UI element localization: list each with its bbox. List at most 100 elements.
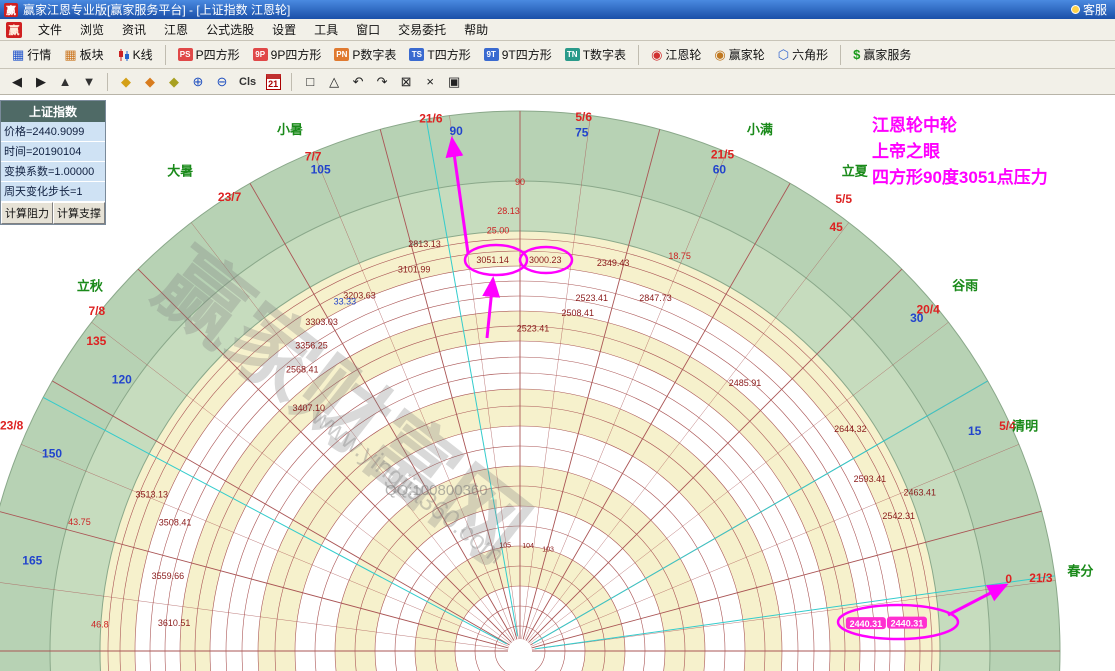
winner-wheel-button[interactable]: ◉赢家轮 xyxy=(708,43,770,66)
brand-logo-icon: 赢 xyxy=(6,22,22,38)
rotate-left-tool[interactable]: ↶ xyxy=(347,72,369,92)
erase-tool[interactable]: × xyxy=(419,72,441,92)
calc-support-button[interactable]: 计算支撑 xyxy=(53,202,105,224)
triangle-tool[interactable]: △ xyxy=(323,72,345,92)
solar-term-label: 谷雨 xyxy=(952,278,978,293)
clear-button[interactable]: Cls xyxy=(235,72,260,92)
p-number-table-button-icon: PN xyxy=(334,48,349,61)
price-label: 3051.14 xyxy=(476,255,509,265)
pointer-down-tool[interactable]: ▼ xyxy=(78,72,100,92)
menu-item-文件[interactable]: 文件 xyxy=(29,21,71,39)
t-number-table-button[interactable]: TNT数字表 xyxy=(559,43,632,66)
kline-button[interactable]: K线 xyxy=(111,43,159,66)
calc-resistance-button[interactable]: 计算阻力 xyxy=(1,202,53,224)
menu-item-资讯[interactable]: 资讯 xyxy=(113,21,155,39)
price-label: 2593.41 xyxy=(854,474,887,484)
annotation-line-3: 四方形90度3051点压力 xyxy=(872,165,1048,191)
solar-term-label: 小满 xyxy=(747,122,773,137)
price-label: 3101.99 xyxy=(398,264,431,274)
menu-bar: 赢 文件浏览资讯江恩公式选股设置工具窗口交易委托帮助 xyxy=(0,19,1115,41)
calendar-21-button[interactable]: 21 xyxy=(262,72,284,92)
menu-item-帮助[interactable]: 帮助 xyxy=(455,21,497,39)
price-label: 3513.13 xyxy=(136,490,169,500)
back-button[interactable]: ◀ xyxy=(6,72,28,92)
9p-square-button-icon: 9P xyxy=(253,48,268,61)
hexagon-button-icon: ⬡ xyxy=(778,48,789,61)
menu-item-交易委托[interactable]: 交易委托 xyxy=(389,21,455,39)
price-label: 2813.13 xyxy=(408,239,441,249)
price-label: 2542.31 xyxy=(882,511,915,521)
forward-button[interactable]: ▶ xyxy=(30,72,52,92)
solar-term-label: 立夏 xyxy=(842,164,869,179)
price-label: 2568.41 xyxy=(286,364,319,374)
price-label: 3407.10 xyxy=(292,403,325,413)
t-number-table-button-label: T数字表 xyxy=(583,46,626,63)
menu-item-窗口[interactable]: 窗口 xyxy=(347,21,389,39)
diamond-orange-tool[interactable]: ◆ xyxy=(139,72,161,92)
hexagon-button-label: 六角形 xyxy=(792,46,828,63)
price-label: 2523.41 xyxy=(517,323,550,333)
degree-label: 25.00 xyxy=(487,226,510,236)
winner-service-button-icon: $ xyxy=(853,48,860,61)
sectors-button[interactable]: ▦板块 xyxy=(58,43,109,66)
panel-row-3: 周天变化步长=1 xyxy=(1,182,105,202)
p-square-button-label: P四方形 xyxy=(196,46,240,63)
zoom-in-button[interactable]: ⊕ xyxy=(187,72,209,92)
magenta-annotation: 江恩轮中轮 上帝之眼 四方形90度3051点压力 xyxy=(872,113,1048,191)
price-label: 2523.41 xyxy=(575,293,608,303)
inner-number-label: 103 xyxy=(542,546,554,553)
hexagon-button[interactable]: ⬡六角形 xyxy=(772,43,834,66)
diamond-olive-tool[interactable]: ◆ xyxy=(163,72,185,92)
rect-tool[interactable]: □ xyxy=(299,72,321,92)
degree-label: 33.33 xyxy=(334,296,357,306)
quotes-button[interactable]: ▦行情 xyxy=(6,43,57,66)
pointer-up-tool[interactable]: ▲ xyxy=(54,72,76,92)
winner-wheel-button-label: 赢家轮 xyxy=(729,46,765,63)
gann-wheel-button-icon: ◉ xyxy=(651,48,662,61)
menu-item-江恩[interactable]: 江恩 xyxy=(155,21,197,39)
menu-item-设置[interactable]: 设置 xyxy=(263,21,305,39)
gann-wheel-button-label: 江恩轮 xyxy=(665,46,701,63)
main-toolbar: ▦行情▦板块K线PSP四方形9P9P四方形PNP数字表TST四方形9T9T四方形… xyxy=(0,41,1115,69)
menu-item-浏览[interactable]: 浏览 xyxy=(71,21,113,39)
menu-item-工具[interactable]: 工具 xyxy=(305,21,347,39)
solar-term-label: 大暑 xyxy=(167,164,193,179)
winner-service-button[interactable]: $赢家服务 xyxy=(847,43,917,66)
application-window: 赢 赢家江恩专业版[赢家服务平台] - [上证指数 江恩轮] 客服 赢 文件浏览… xyxy=(0,0,1115,671)
t-square-button-label: T四方形 xyxy=(427,46,470,63)
toolbar-separator xyxy=(638,45,639,65)
price-label: 3000.23 xyxy=(529,255,562,265)
9t-square-button-label: 9T四方形 xyxy=(502,46,552,63)
rotate-right-tool[interactable]: ↷ xyxy=(371,72,393,92)
9p-square-button-label: 9P四方形 xyxy=(271,46,322,63)
p-square-button[interactable]: PSP四方形 xyxy=(172,43,246,66)
drawing-toolbar: ◀▶▲▼◆◆◆⊕⊖Cls21□△↶↷⊠×▣ xyxy=(0,69,1115,95)
delete-tool[interactable]: ⊠ xyxy=(395,72,417,92)
toolbar-separator xyxy=(165,45,166,65)
p-number-table-button[interactable]: PNP数字表 xyxy=(328,43,402,66)
9p-square-button[interactable]: 9P9P四方形 xyxy=(247,43,328,66)
date-label: 21/6 xyxy=(419,111,443,125)
winner-service-button-label: 赢家服务 xyxy=(863,46,911,63)
kline-button-icon xyxy=(117,48,130,62)
drawbar-separator xyxy=(107,73,108,91)
9t-square-button-icon: 9T xyxy=(484,48,499,61)
t-square-button-icon: TS xyxy=(409,48,424,61)
diamond-gold-tool[interactable]: ◆ xyxy=(115,72,137,92)
degree-label: 28.13 xyxy=(497,206,520,216)
menu-item-公式选股[interactable]: 公式选股 xyxy=(197,21,263,39)
instrument-info-panel: 上证指数 价格=2440.9099时间=20190104变换系数=1.00000… xyxy=(0,100,106,225)
zoom-out-button[interactable]: ⊖ xyxy=(211,72,233,92)
gann-wheel-button[interactable]: ◉江恩轮 xyxy=(645,43,707,66)
screen-tool[interactable]: ▣ xyxy=(443,72,465,92)
inner-number-label: 105 xyxy=(499,543,511,550)
price-label: 2847.73 xyxy=(639,293,672,303)
panel-row-0: 价格=2440.9099 xyxy=(1,122,105,142)
customer-service-link[interactable]: 客服 xyxy=(1071,1,1107,18)
panel-row-1: 时间=20190104 xyxy=(1,142,105,162)
9t-square-button[interactable]: 9T9T四方形 xyxy=(478,43,558,66)
drawbar-separator xyxy=(291,73,292,91)
date-label: 21/5 xyxy=(711,148,735,162)
chart-area: 赢家财富网www.yingjia360.comQQ:1008003602813.… xyxy=(0,95,1115,671)
t-square-button[interactable]: TST四方形 xyxy=(403,43,476,66)
